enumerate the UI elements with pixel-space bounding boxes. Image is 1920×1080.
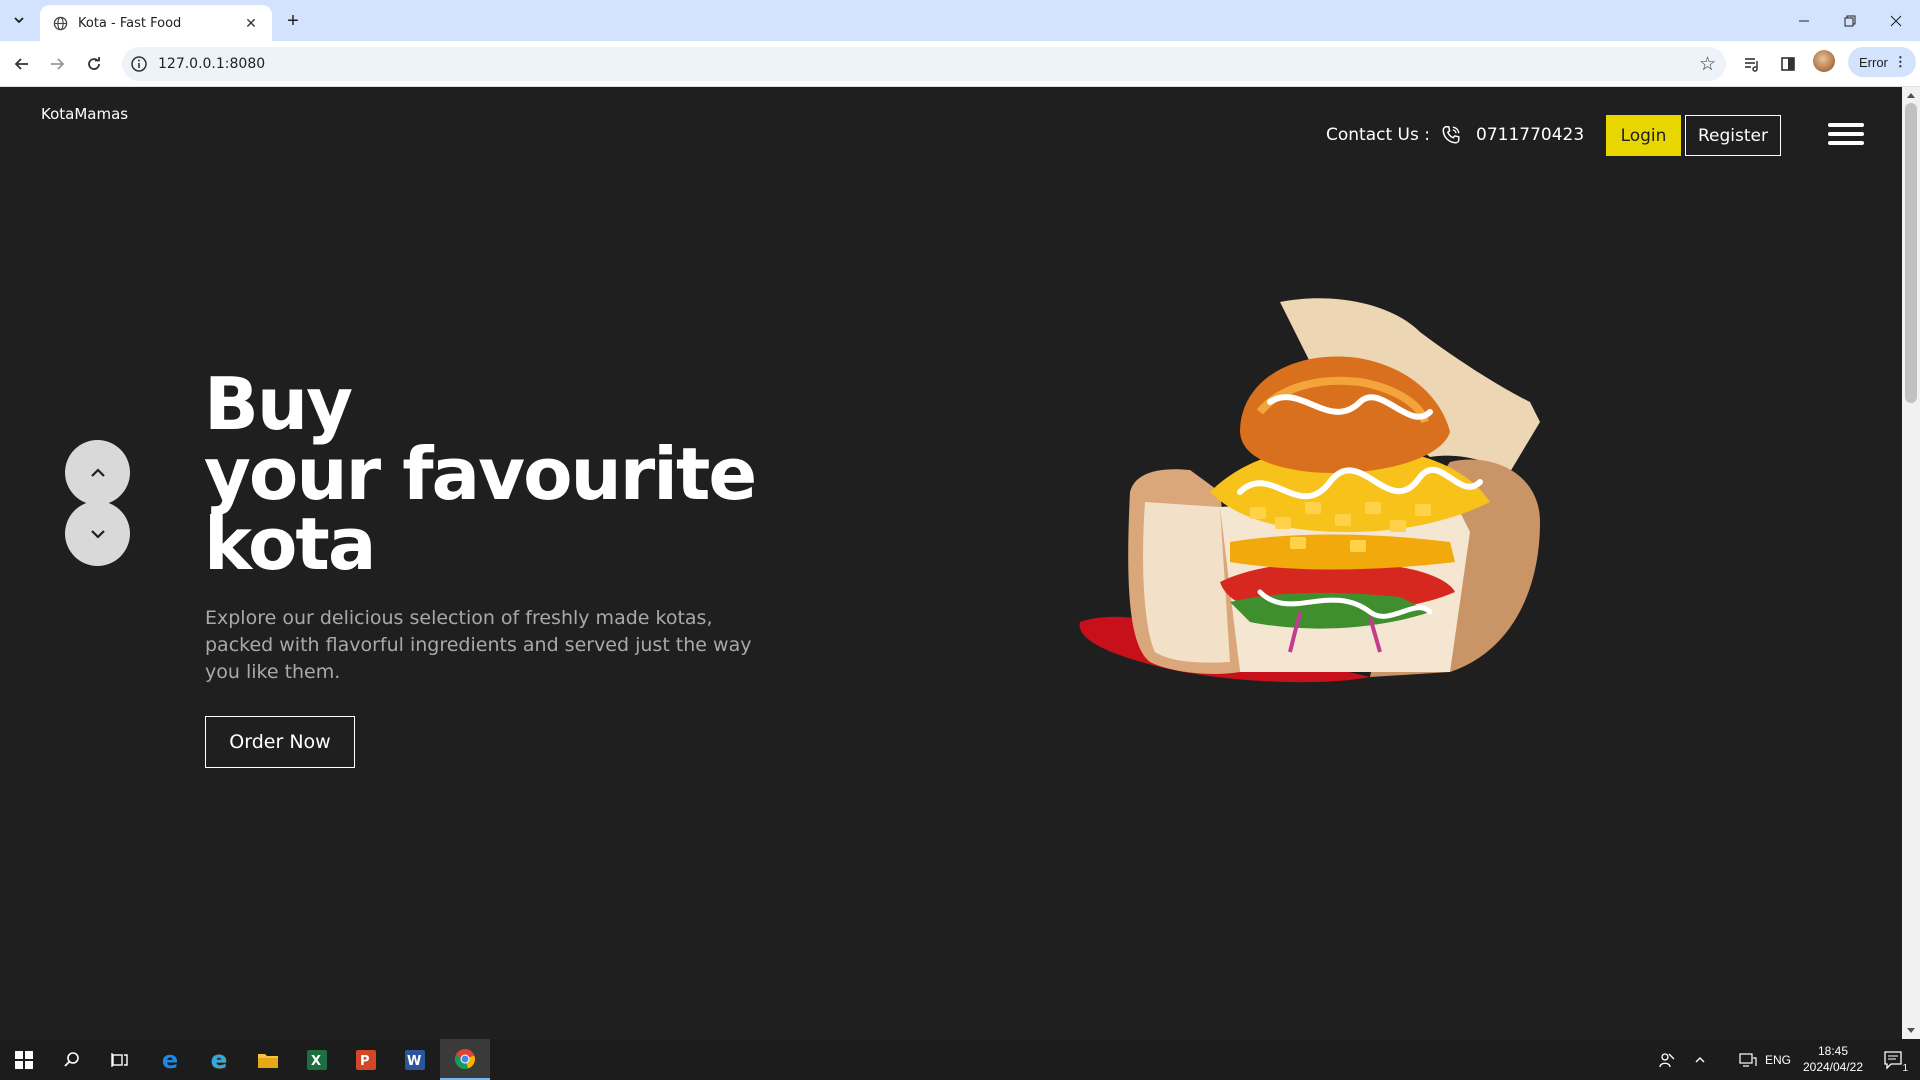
bookmark-star-icon[interactable]: ☆: [1699, 53, 1716, 76]
restore-icon: [1844, 15, 1856, 26]
hero-heading-line-1: Buy: [204, 362, 353, 446]
profile-error-label: Error: [1859, 54, 1888, 70]
contact-phone-number[interactable]: 0711770423: [1476, 125, 1584, 145]
chevron-down-icon: [90, 529, 105, 539]
back-arrow-icon: [14, 58, 28, 70]
register-button[interactable]: Register: [1685, 115, 1781, 156]
profile-error-button[interactable]: Error ⋮: [1848, 47, 1916, 77]
minimize-icon: [1799, 20, 1809, 21]
word-icon: W: [405, 1049, 425, 1070]
contact-label: Contact Us :: [1326, 125, 1430, 145]
reload-icon: [88, 57, 100, 70]
address-bar[interactable]: 127.0.0.1:8080 ☆: [122, 47, 1726, 81]
forward-button[interactable]: [42, 49, 72, 79]
url-text: 127.0.0.1:8080: [158, 56, 266, 72]
restore-button[interactable]: [1827, 0, 1873, 41]
forward-arrow-icon: [51, 58, 65, 70]
more-menu-icon: ⋮: [1893, 54, 1907, 69]
new-tab-button[interactable]: +: [282, 10, 304, 32]
chrome-icon: [454, 1048, 475, 1069]
svg-text:P: P: [360, 1054, 370, 1069]
scroll-up-arrow-icon[interactable]: [1907, 93, 1915, 98]
minimize-button[interactable]: [1781, 0, 1827, 41]
order-now-button[interactable]: Order Now: [205, 716, 355, 768]
browser-tab-strip: Kota - Fast Food ✕ +: [0, 0, 1920, 41]
windows-logo-icon: [15, 1050, 33, 1069]
hero-heading: Buy your favourite kota: [204, 362, 757, 586]
tab-title: Kota - Fast Food: [78, 15, 182, 31]
show-hidden-icons-chevron-up-icon[interactable]: [1686, 1039, 1714, 1080]
edge-icon: e: [161, 1045, 179, 1074]
globe-icon: [52, 15, 68, 31]
media-controls-icon[interactable]: [1739, 51, 1765, 77]
powerpoint-icon: P: [356, 1049, 376, 1070]
close-tab-icon[interactable]: ✕: [242, 14, 260, 32]
close-icon: [1890, 15, 1902, 26]
people-icon[interactable]: [1652, 1039, 1682, 1080]
login-button[interactable]: Login: [1606, 115, 1681, 156]
scroll-down-arrow-icon[interactable]: [1907, 1028, 1915, 1033]
hero-description: Explore our delicious selection of fresh…: [205, 607, 752, 683]
taskbar-chrome-app[interactable]: [440, 1039, 490, 1080]
scrollbar-thumb[interactable]: [1905, 103, 1917, 403]
taskbar-edge-app[interactable]: e: [146, 1039, 194, 1080]
webpage: KotaMamas Contact Us : 0711770423 Login …: [0, 87, 1902, 1039]
taskbar-search-button[interactable]: [48, 1039, 96, 1080]
svg-text:X: X: [311, 1054, 321, 1069]
browser-toolbar: 127.0.0.1:8080 ☆: [0, 41, 1920, 87]
close-window-button[interactable]: [1873, 0, 1919, 41]
task-view-icon: [111, 1052, 128, 1067]
slide-down-button[interactable]: [65, 501, 130, 566]
slide-up-button[interactable]: [65, 440, 130, 505]
clock-date: 2024/04/22: [1802, 1060, 1864, 1074]
phone-icon: [1442, 126, 1460, 144]
kota-sandwich-image: [1079, 298, 1540, 683]
hamburger-menu-icon[interactable]: [1828, 123, 1864, 149]
reload-button[interactable]: [79, 49, 109, 79]
hero-heading-line-2: your favourite: [204, 432, 757, 516]
side-panel-icon[interactable]: [1775, 51, 1801, 77]
system-clock[interactable]: 18:45 2024/04/22: [1798, 1043, 1868, 1075]
windows-taskbar: e e X P W ENG 18:45 2024/04/22 1: [0, 1039, 1920, 1080]
taskbar-excel-app[interactable]: X: [293, 1039, 341, 1080]
clock-time: 18:45: [1817, 1044, 1849, 1058]
task-view-button[interactable]: [96, 1039, 144, 1080]
hero-heading-line-3: kota: [204, 502, 376, 586]
language-indicator[interactable]: ENG: [1762, 1039, 1794, 1080]
network-icon[interactable]: [1734, 1039, 1762, 1080]
search-icon: [64, 1051, 79, 1067]
internet-explorer-icon: e: [210, 1045, 228, 1074]
svg-text:W: W: [407, 1054, 421, 1069]
page-scrollbar[interactable]: [1902, 87, 1920, 1039]
taskbar-powerpoint-app[interactable]: P: [342, 1039, 390, 1080]
notification-count: 1: [1902, 1063, 1908, 1074]
start-button[interactable]: [0, 1039, 48, 1080]
taskbar-file-explorer-app[interactable]: [244, 1039, 292, 1080]
action-center-button[interactable]: 1: [1874, 1039, 1914, 1080]
folder-icon: [258, 1053, 278, 1068]
browser-tab-active[interactable]: Kota - Fast Food ✕: [40, 5, 272, 41]
taskbar-word-app[interactable]: W: [391, 1039, 439, 1080]
chevron-up-icon: [90, 467, 105, 477]
back-button[interactable]: [7, 49, 37, 79]
tab-search-button[interactable]: [6, 8, 32, 32]
site-info-icon[interactable]: [130, 55, 148, 73]
site-logo[interactable]: KotaMamas: [41, 105, 128, 123]
taskbar-internet-explorer-app[interactable]: e: [195, 1039, 243, 1080]
excel-icon: X: [307, 1049, 327, 1070]
profile-avatar[interactable]: [1813, 50, 1835, 72]
chevron-down-icon: [14, 17, 24, 24]
